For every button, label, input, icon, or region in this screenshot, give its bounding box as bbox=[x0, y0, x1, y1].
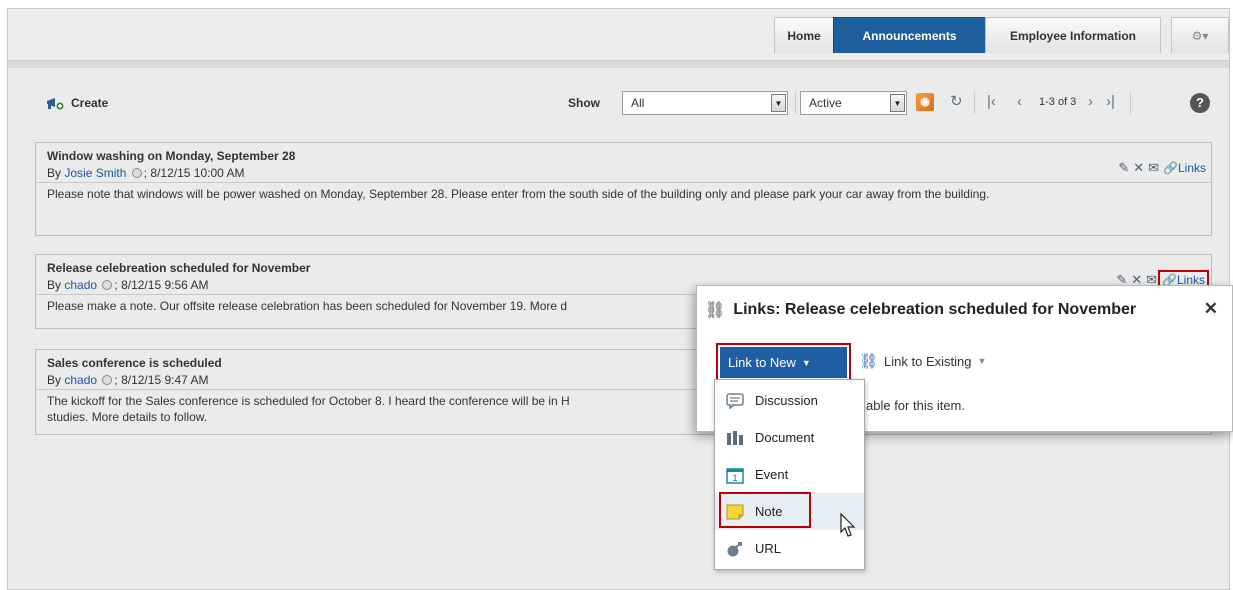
email-icon[interactable]: ✉ bbox=[1148, 161, 1159, 175]
menu-item-document[interactable]: Document bbox=[715, 419, 864, 456]
byline-prefix: By bbox=[47, 166, 62, 180]
first-page-icon[interactable]: |‹ bbox=[987, 93, 996, 111]
presence-icon[interactable] bbox=[102, 375, 113, 385]
announcement-title[interactable]: Window washing on Monday, September 28 bbox=[47, 149, 295, 163]
author-link[interactable]: chado bbox=[64, 373, 97, 387]
toolbar-divider bbox=[795, 92, 796, 114]
chevron-down-icon[interactable]: ▼ bbox=[890, 94, 905, 112]
chevron-down-icon: ▼ bbox=[977, 356, 987, 366]
announcement-byline: By Josie Smith ; 8/12/15 10:00 AM bbox=[47, 166, 244, 180]
announcement-timestamp: ; 8/12/15 10:00 AM bbox=[143, 166, 245, 180]
link-icon: ⛓ bbox=[705, 302, 726, 319]
megaphone-create-icon bbox=[46, 97, 64, 110]
link-add-icon: ⛓ bbox=[859, 353, 879, 370]
tab-home[interactable]: Home bbox=[774, 17, 834, 53]
edit-icon[interactable]: ✎ bbox=[1118, 161, 1129, 175]
previous-page-icon[interactable]: ‹ bbox=[1017, 93, 1022, 111]
menu-item-label: Document bbox=[755, 430, 815, 445]
popup-message: able for this item. bbox=[866, 398, 965, 413]
announcement-timestamp: ; 8/12/15 9:56 AM bbox=[114, 278, 209, 292]
show-label: Show bbox=[568, 96, 600, 110]
nav-divider bbox=[8, 60, 1229, 68]
menu-item-label: URL bbox=[755, 541, 782, 556]
links-button[interactable]: 🔗Links bbox=[1163, 161, 1206, 175]
show-filter-value: All bbox=[631, 96, 645, 110]
status-filter-select[interactable]: Active ▼ bbox=[800, 91, 907, 115]
gear-menu-icon[interactable]: ⚙▾ bbox=[1171, 17, 1229, 53]
announcement-timestamp: ; 8/12/15 9:47 AM bbox=[114, 373, 209, 387]
popup-title-text: Links: Release celebreation scheduled fo… bbox=[733, 301, 1137, 318]
menu-item-event[interactable]: 1 Event bbox=[715, 456, 864, 493]
link-to-existing-button[interactable]: ⛓ Link to Existing ▼ bbox=[859, 352, 986, 370]
chevron-down-icon: ▼ bbox=[801, 357, 811, 368]
link-to-new-label: Link to New bbox=[728, 355, 796, 370]
author-link[interactable]: chado bbox=[64, 278, 97, 292]
menu-item-label: Event bbox=[755, 467, 789, 482]
event-icon: 1 bbox=[725, 465, 745, 485]
show-filter-select[interactable]: All ▼ bbox=[622, 91, 788, 115]
link-to-existing-label: Link to Existing bbox=[884, 353, 972, 369]
rss-feed-icon[interactable]: ◉ bbox=[916, 93, 934, 111]
announcement-byline: By chado ; 8/12/15 9:56 AM bbox=[47, 278, 208, 292]
link-to-new-inner[interactable]: Link to New ▼ bbox=[720, 347, 847, 378]
tab-announcements[interactable]: Announcements bbox=[833, 17, 986, 53]
tab-employee-information[interactable]: Employee Information bbox=[985, 17, 1161, 53]
toolbar-divider bbox=[974, 92, 975, 114]
menu-item-label: Discussion bbox=[755, 393, 818, 408]
status-filter-value: Active bbox=[809, 96, 842, 110]
help-icon[interactable]: ? bbox=[1190, 93, 1210, 113]
discussion-icon bbox=[725, 391, 745, 411]
presence-icon[interactable] bbox=[102, 280, 113, 290]
close-icon[interactable]: ✕ bbox=[1204, 299, 1218, 319]
delete-icon[interactable]: ✕ bbox=[1133, 161, 1144, 175]
create-label: Create bbox=[71, 96, 109, 110]
next-page-icon[interactable]: › bbox=[1088, 93, 1093, 111]
author-link[interactable]: Josie Smith bbox=[64, 166, 126, 180]
toolbar-divider bbox=[1130, 92, 1131, 114]
announcement-title[interactable]: Release celebreation scheduled for Novem… bbox=[47, 261, 310, 275]
announcement-actions: ✎ ✕ ✉ 🔗Links bbox=[1118, 161, 1206, 176]
refresh-icon[interactable]: ↻ bbox=[950, 93, 963, 111]
byline-prefix: By bbox=[47, 278, 62, 292]
top-nav-bar: Home Announcements Employee Information … bbox=[8, 9, 1229, 60]
announcement-byline: By chado ; 8/12/15 9:47 AM bbox=[47, 373, 208, 387]
note-highlight-box bbox=[719, 492, 811, 528]
announcement-title[interactable]: Sales conference is scheduled bbox=[47, 356, 222, 370]
pager-range: 1-3 of 3 bbox=[1039, 96, 1077, 108]
byline-prefix: By bbox=[47, 373, 62, 387]
announcement-body: Please note that windows will be power w… bbox=[36, 182, 1211, 202]
last-page-icon[interactable]: ›| bbox=[1106, 93, 1115, 111]
chevron-down-icon[interactable]: ▼ bbox=[771, 94, 786, 112]
announcements-toolbar: Create Show All ▼ Active ▼ ◉ ↻ |‹ ‹ 1-3 … bbox=[8, 87, 1229, 119]
presence-icon[interactable] bbox=[131, 168, 142, 178]
document-icon bbox=[725, 428, 745, 448]
announcement-card: Window washing on Monday, September 28 B… bbox=[35, 142, 1212, 236]
url-icon bbox=[725, 539, 745, 559]
popup-title: ⛓ Links: Release celebreation scheduled … bbox=[705, 300, 1136, 320]
link-to-new-button[interactable]: Link to New ▼ bbox=[716, 343, 851, 382]
menu-item-discussion[interactable]: Discussion bbox=[715, 382, 864, 419]
mouse-pointer-icon bbox=[840, 512, 858, 539]
create-button[interactable]: Create bbox=[46, 96, 108, 110]
link-to-new-menu: Discussion Document 1 Event Note URL bbox=[714, 379, 865, 570]
event-day-label: 1 bbox=[732, 473, 737, 483]
links-label: Links bbox=[1177, 161, 1206, 175]
